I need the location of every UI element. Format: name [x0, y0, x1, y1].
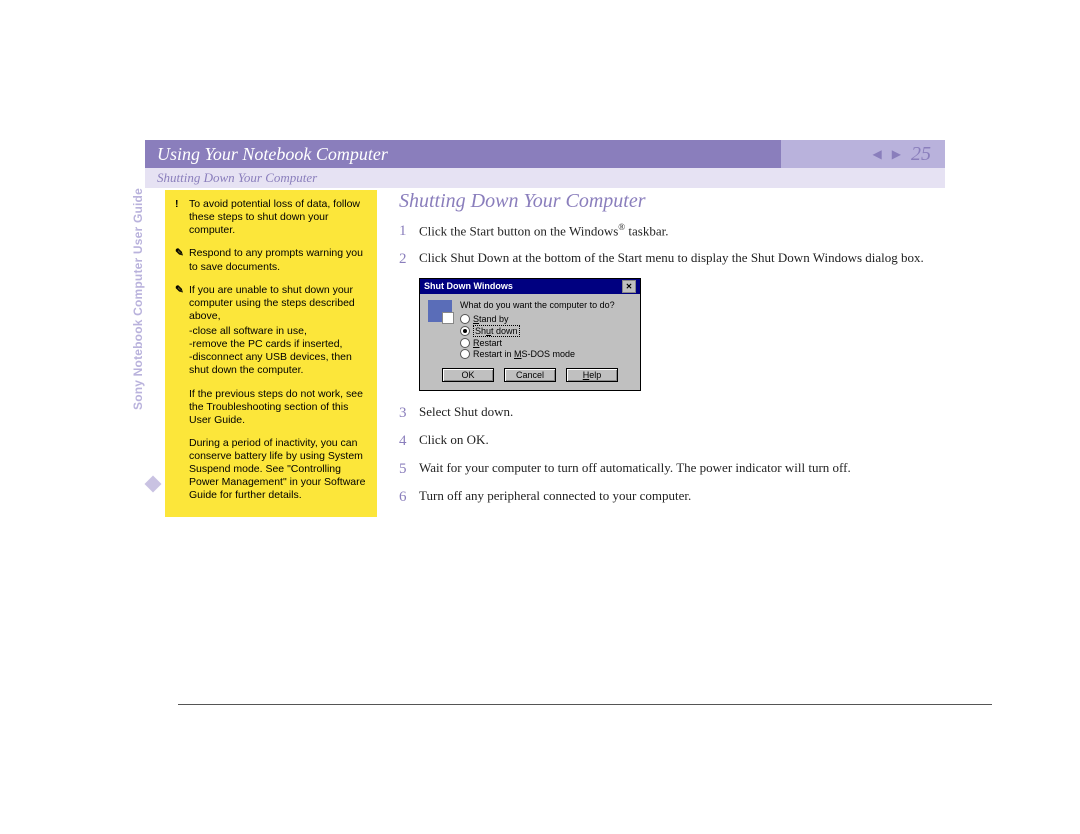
- main-content: Shutting Down Your Computer 1Click the S…: [377, 188, 945, 516]
- step-text: Wait for your computer to turn off autom…: [419, 459, 945, 479]
- shutdown-dialog-screenshot: Shut Down Windows ✕ What do you want the…: [419, 278, 641, 391]
- radio-standby[interactable]: Stand by: [460, 314, 632, 324]
- chapter-title: Using Your Notebook Computer: [145, 140, 781, 168]
- radio-restart[interactable]: Restart: [460, 338, 632, 348]
- close-icon[interactable]: ✕: [622, 280, 636, 293]
- step-text: Select Shut down.: [419, 403, 945, 423]
- page-number: 25: [911, 143, 931, 166]
- step-number: 1: [399, 221, 419, 241]
- sidebar-notes: !To avoid potential loss of data, follow…: [165, 190, 377, 517]
- footer-divider: [178, 704, 992, 705]
- manual-page: Using Your Notebook Computer ◀ ▶ 25 Shut…: [145, 140, 945, 517]
- step-item: 2Click Shut Down at the bottom of the St…: [399, 249, 945, 269]
- step-text: Click on OK.: [419, 431, 945, 451]
- dialog-question: What do you want the computer to do?: [460, 300, 632, 310]
- dialog-title-text: Shut Down Windows: [424, 281, 513, 291]
- note-warning: !To avoid potential loss of data, follow…: [175, 198, 367, 237]
- dialog-titlebar: Shut Down Windows ✕: [420, 279, 640, 294]
- step-item: 5Wait for your computer to turn off auto…: [399, 459, 945, 479]
- note-plain: If the previous steps do not work, see t…: [189, 388, 367, 427]
- cancel-button[interactable]: Cancel: [504, 368, 556, 382]
- section-heading: Shutting Down Your Computer: [399, 190, 945, 213]
- prev-page-arrow[interactable]: ◀: [873, 147, 882, 162]
- ok-button[interactable]: OK: [442, 368, 494, 382]
- page-nav: ◀ ▶ 25: [781, 140, 945, 168]
- guide-vertical-label: Sony Notebook Computer User Guide: [131, 188, 145, 410]
- help-button[interactable]: Help: [566, 368, 618, 382]
- note-plain: During a period of inactivity, you can c…: [189, 437, 367, 503]
- radio-restart-dos[interactable]: Restart in MS-DOS mode: [460, 349, 632, 359]
- step-number: 4: [399, 431, 419, 451]
- step-number: 3: [399, 403, 419, 423]
- pencil-icon: ✎: [175, 247, 189, 273]
- note-tip: ✎Respond to any prompts warning you to s…: [175, 247, 367, 273]
- step-text: Turn off any peripheral connected to you…: [419, 487, 945, 507]
- next-page-arrow[interactable]: ▶: [892, 147, 901, 162]
- note-tip: ✎If you are unable to shut down your com…: [175, 284, 367, 323]
- step-text: Click the Start button on the Windows® t…: [419, 221, 945, 241]
- step-number: 6: [399, 487, 419, 507]
- step-number: 2: [399, 249, 419, 269]
- chapter-header: Using Your Notebook Computer ◀ ▶ 25: [145, 140, 945, 168]
- step-item: 4Click on OK.: [399, 431, 945, 451]
- radio-shutdown[interactable]: Shut down: [460, 325, 632, 337]
- pencil-icon: ✎: [175, 284, 189, 323]
- step-item: 1Click the Start button on the Windows® …: [399, 221, 945, 241]
- subsection-bar: Shutting Down Your Computer: [145, 168, 945, 188]
- step-item: 3Select Shut down.: [399, 403, 945, 423]
- step-text: Click Shut Down at the bottom of the Sta…: [419, 249, 945, 269]
- step-number: 5: [399, 459, 419, 479]
- step-item: 6Turn off any peripheral connected to yo…: [399, 487, 945, 507]
- note-sub: -close all software in use, -remove the …: [189, 325, 367, 378]
- shutdown-icon: [428, 300, 452, 322]
- warning-icon: !: [175, 198, 189, 237]
